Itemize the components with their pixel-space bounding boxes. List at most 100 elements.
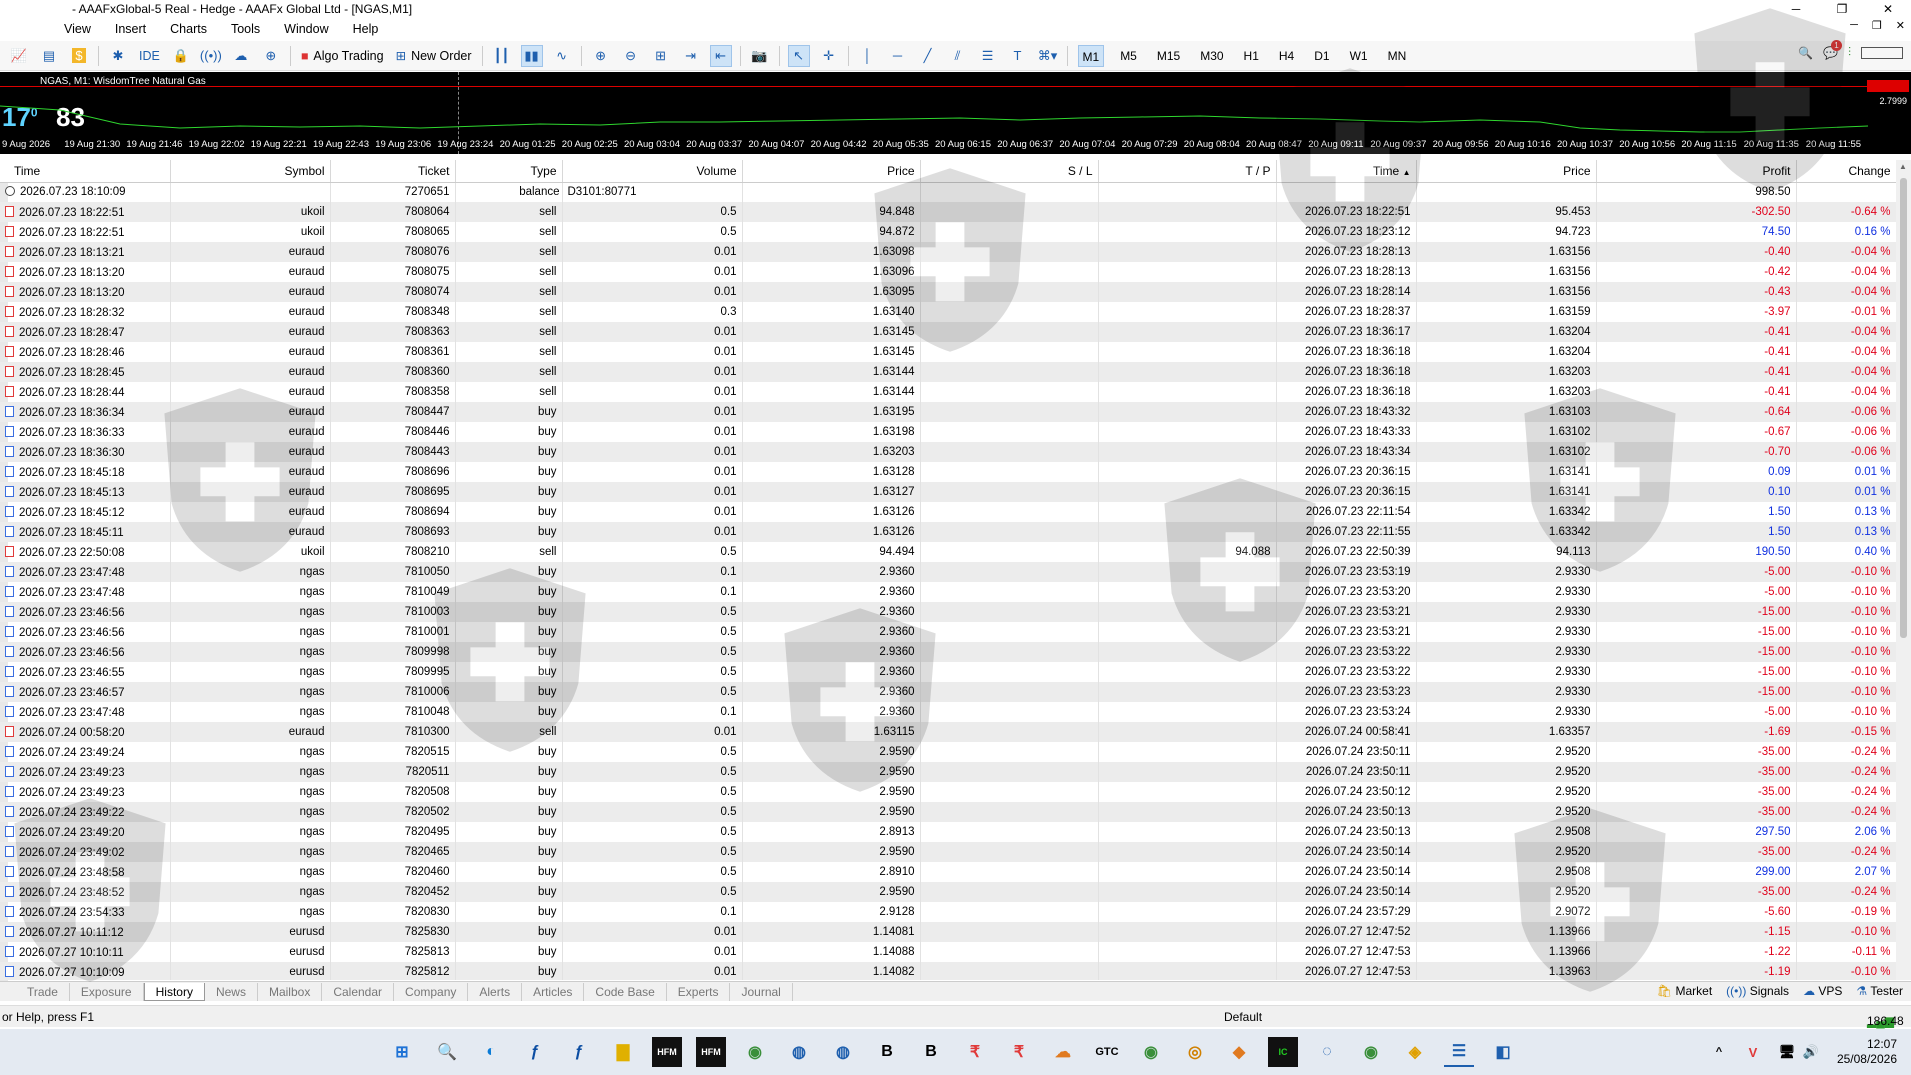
table-row[interactable]: 2026.07.24 23:49:23 ngas 7820508 buy 0.5 2.95… xyxy=(0,782,1896,802)
table-row[interactable]: 2026.07.23 18:13:21 euraud 7808076 sell 0.01… xyxy=(0,242,1896,262)
tab-history[interactable]: History xyxy=(143,982,205,1001)
scroll-up-icon[interactable]: ▲ xyxy=(1899,162,1907,171)
timeframe-mn[interactable]: MN xyxy=(1384,45,1411,67)
table-row[interactable]: 2026.07.24 23:49:22 ngas 7820502 buy 0.5 2.95… xyxy=(0,802,1896,822)
table-row[interactable]: 2026.07.24 23:48:58 ngas 7820460 buy 0.5 2.89… xyxy=(0,862,1896,882)
chart-template-icon[interactable]: ▤ xyxy=(38,45,60,67)
horizontal-line-icon[interactable]: ─ xyxy=(887,45,909,67)
app-icon[interactable]: ◍ xyxy=(784,1037,814,1067)
start-icon[interactable]: ⊞ xyxy=(387,1037,417,1067)
app-icon[interactable]: GTC xyxy=(1092,1037,1122,1067)
menu-help[interactable]: Help xyxy=(353,22,379,36)
market-link[interactable]: 🛍 Market xyxy=(1657,984,1712,998)
file-explorer-icon[interactable]: ▇ xyxy=(608,1037,638,1067)
menu-tools[interactable]: Tools xyxy=(231,22,260,36)
app-icon[interactable]: V xyxy=(1738,1037,1768,1067)
cursor-icon[interactable]: ↖ xyxy=(787,44,810,67)
app-icon[interactable]: ◆ xyxy=(1224,1037,1254,1067)
app-icon[interactable]: B xyxy=(872,1037,902,1067)
column-tp[interactable]: T / P xyxy=(1098,160,1277,183)
column-change[interactable]: Change xyxy=(1796,160,1896,183)
table-row[interactable]: 2026.07.23 18:36:33 euraud 7808446 buy 0.01 1… xyxy=(0,422,1896,442)
column-time[interactable]: Time xyxy=(0,160,171,183)
chevron-up-icon[interactable]: ^ xyxy=(1704,1037,1734,1067)
table-row[interactable]: 2026.07.24 23:49:23 ngas 7820511 buy 0.5 2.95… xyxy=(0,762,1896,782)
menu-charts[interactable]: Charts xyxy=(170,22,207,36)
close-icon[interactable]: ✕ xyxy=(1865,0,1911,18)
tester-link[interactable]: ⚗ Tester xyxy=(1856,984,1903,998)
table-row[interactable]: 2026.07.23 18:28:45 euraud 7808360 sell 0.01… xyxy=(0,362,1896,382)
tab-journal[interactable]: Journal xyxy=(730,982,793,1001)
table-row[interactable]: 2026.07.23 18:45:18 euraud 7808696 buy 0.01 1… xyxy=(0,462,1896,482)
tab-news[interactable]: News xyxy=(205,982,258,1001)
app-icon[interactable]: ƒ xyxy=(564,1037,594,1067)
app-icon[interactable]: B xyxy=(916,1037,946,1067)
account-signal-icon[interactable]: ⫶ xyxy=(1848,45,1851,60)
tab-alerts[interactable]: Alerts xyxy=(468,982,523,1001)
table-row[interactable]: 2026.07.23 23:46:55 ngas 7809995 buy 0.5 2.93… xyxy=(0,662,1896,682)
vps-link[interactable]: ☁ VPS xyxy=(1803,984,1842,998)
column-profit[interactable]: Profit xyxy=(1596,160,1797,183)
app-icon[interactable]: ◎ xyxy=(1180,1037,1210,1067)
table-row[interactable]: 2026.07.27 10:10:11 eurusd 7825813 buy 0.01 1… xyxy=(0,942,1896,962)
channel-icon[interactable]: ⫽ xyxy=(947,45,969,67)
ide-button[interactable]: IDE xyxy=(137,45,162,67)
app-icon[interactable]: ◌ xyxy=(1312,1037,1342,1067)
text-icon[interactable]: T xyxy=(1007,45,1029,67)
app-icon[interactable]: IC xyxy=(1268,1037,1298,1067)
deposit-icon[interactable]: $ xyxy=(68,45,90,67)
table-row[interactable]: 2026.07.23 18:36:34 euraud 7808447 buy 0.01 1… xyxy=(0,402,1896,422)
signal-icon[interactable]: ((•)) xyxy=(200,45,222,67)
bar-chart-icon[interactable]: ┃┃ xyxy=(491,45,513,67)
timeframe-w1[interactable]: W1 xyxy=(1346,45,1372,67)
table-row[interactable]: 2026.07.23 18:28:44 euraud 7808358 sell 0.01… xyxy=(0,382,1896,402)
app-icon[interactable]: HFM xyxy=(696,1037,726,1067)
zoom-out-icon[interactable]: ⊖ xyxy=(620,45,642,67)
column-ticket[interactable]: Ticket xyxy=(330,160,456,183)
tab-company[interactable]: Company xyxy=(394,982,469,1001)
table-row[interactable]: 2026.07.23 18:13:20 euraud 7808075 sell 0.01… xyxy=(0,262,1896,282)
tab-experts[interactable]: Experts xyxy=(667,982,731,1001)
timeframe-m15[interactable]: M15 xyxy=(1153,45,1184,67)
timeframe-m5[interactable]: M5 xyxy=(1116,45,1141,67)
trendline-icon[interactable]: ╱ xyxy=(917,45,939,67)
table-row[interactable]: 2026.07.23 18:22:51 ukoil 7808064 sell 0.5 94… xyxy=(0,202,1896,222)
chart-shift-icon[interactable]: ⇤ xyxy=(709,44,732,67)
minimize-icon[interactable]: ─ xyxy=(1773,0,1819,18)
column-close-price[interactable]: Price xyxy=(1416,160,1597,183)
new-order-button[interactable]: ⊞ New Order xyxy=(394,45,474,67)
crosshair-icon[interactable]: ✛ xyxy=(818,45,840,67)
chrome-icon[interactable]: ◉ xyxy=(740,1037,770,1067)
menu-insert[interactable]: Insert xyxy=(115,22,146,36)
table-row[interactable]: 2026.07.23 23:46:57 ngas 7810006 buy 0.5 2.93… xyxy=(0,682,1896,702)
table-row[interactable]: 2026.07.23 23:47:48 ngas 7810050 buy 0.1 2.93… xyxy=(0,562,1896,582)
table-row[interactable]: 2026.07.24 23:48:52 ngas 7820452 buy 0.5 2.95… xyxy=(0,882,1896,902)
table-row[interactable]: 2026.07.23 18:28:32 euraud 7808348 sell 0.3 1… xyxy=(0,302,1896,322)
app-icon[interactable]: ◈ xyxy=(1400,1037,1430,1067)
fibonacci-icon[interactable]: ☰ xyxy=(977,45,999,67)
mdi-minimize-icon[interactable]: ─ xyxy=(1850,19,1858,32)
tab-articles[interactable]: Articles xyxy=(522,982,585,1001)
notifications-icon[interactable]: 💬 1 xyxy=(1823,39,1843,60)
volume-icon[interactable]: 🔊 xyxy=(1796,1037,1826,1067)
column-close-time[interactable]: Time ▲ xyxy=(1276,160,1417,183)
table-row[interactable]: 2026.07.23 18:28:46 euraud 7808361 sell 0.01… xyxy=(0,342,1896,362)
mdi-close-icon[interactable]: ✕ xyxy=(1896,19,1905,32)
globe-icon[interactable]: ⊕ xyxy=(260,45,282,67)
table-row[interactable]: 2026.07.24 23:49:20 ngas 7820495 buy 0.5 2.89… xyxy=(0,822,1896,842)
vertical-scrollbar[interactable]: ▲ xyxy=(1896,160,1911,980)
screenshot-icon[interactable]: 📷 xyxy=(749,45,771,67)
search-icon[interactable]: 🔍 xyxy=(1798,46,1813,60)
app-icon[interactable]: ◉ xyxy=(1136,1037,1166,1067)
table-row[interactable]: 2026.07.23 23:46:56 ngas 7810001 buy 0.5 2.93… xyxy=(0,622,1896,642)
timeframe-h4[interactable]: H4 xyxy=(1275,45,1298,67)
table-row[interactable]: 2026.07.23 22:50:08 ukoil 7808210 sell 0.5 94… xyxy=(0,542,1896,562)
column-price[interactable]: Price xyxy=(742,160,921,183)
app-icon[interactable]: ◉ xyxy=(1356,1037,1386,1067)
table-row[interactable]: 2026.07.27 10:10:09 eurusd 7825812 buy 0.01 1… xyxy=(0,962,1896,980)
status-profile[interactable]: Default xyxy=(1224,1010,1262,1024)
table-row[interactable]: 2026.07.23 18:28:47 euraud 7808363 sell 0.01… xyxy=(0,322,1896,342)
edge-icon[interactable]: ◐ xyxy=(476,1037,506,1067)
tab-code-base[interactable]: Code Base xyxy=(584,982,667,1001)
table-row[interactable]: 2026.07.23 23:47:48 ngas 7810048 buy 0.1 2.93… xyxy=(0,702,1896,722)
